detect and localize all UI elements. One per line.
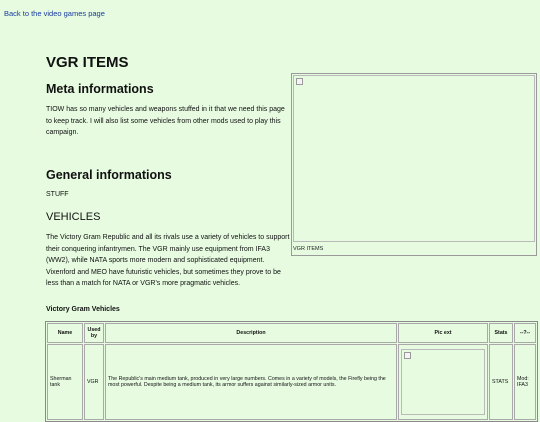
meta-text: TIOW has so many vehicles and weapons st… [46,106,285,136]
infobox: VGR ITEMS [291,73,537,256]
infobox-image [293,75,535,242]
vehicles-table: Name Used by Description Pic ext Stats -… [45,321,538,422]
row-description: The Republic's main medium tank, produce… [105,344,397,420]
column-header-extra: --?-- [514,323,536,343]
general-text: STUFF [46,191,69,198]
column-header-used-by: Used by [84,323,104,343]
row-extra: Mod: IFA3 [514,344,536,420]
meta-heading: Meta informations [46,82,154,96]
vehicles-heading: VEHICLES [46,211,101,223]
broken-image-icon [404,352,411,359]
column-header-description: Description [105,323,397,343]
column-header-stats: Stats [489,323,513,343]
row-picture [401,349,485,415]
broken-image-icon [296,78,303,85]
vehicles-table-heading: Victory Gram Vehicles [46,306,120,313]
page-title: VGR ITEMS [46,54,129,71]
back-to-video-games-link[interactable]: Back to the video games page [4,9,105,18]
row-name: Sherman tank [47,344,83,420]
column-header-pic-ext: Pic ext [398,323,488,343]
general-heading: General informations [46,168,172,182]
infobox-caption: VGR ITEMS [293,246,324,252]
vehicles-text: The Victory Gram Republic and all its ri… [46,234,290,287]
table-header-row: Name Used by Description Pic ext Stats -… [47,323,536,343]
table-row: Sherman tank VGR The Republic's main med… [47,344,536,420]
row-stats: STATS [489,344,513,420]
row-pic [398,344,488,420]
column-header-name: Name [47,323,83,343]
row-used-by: VGR [84,344,104,420]
